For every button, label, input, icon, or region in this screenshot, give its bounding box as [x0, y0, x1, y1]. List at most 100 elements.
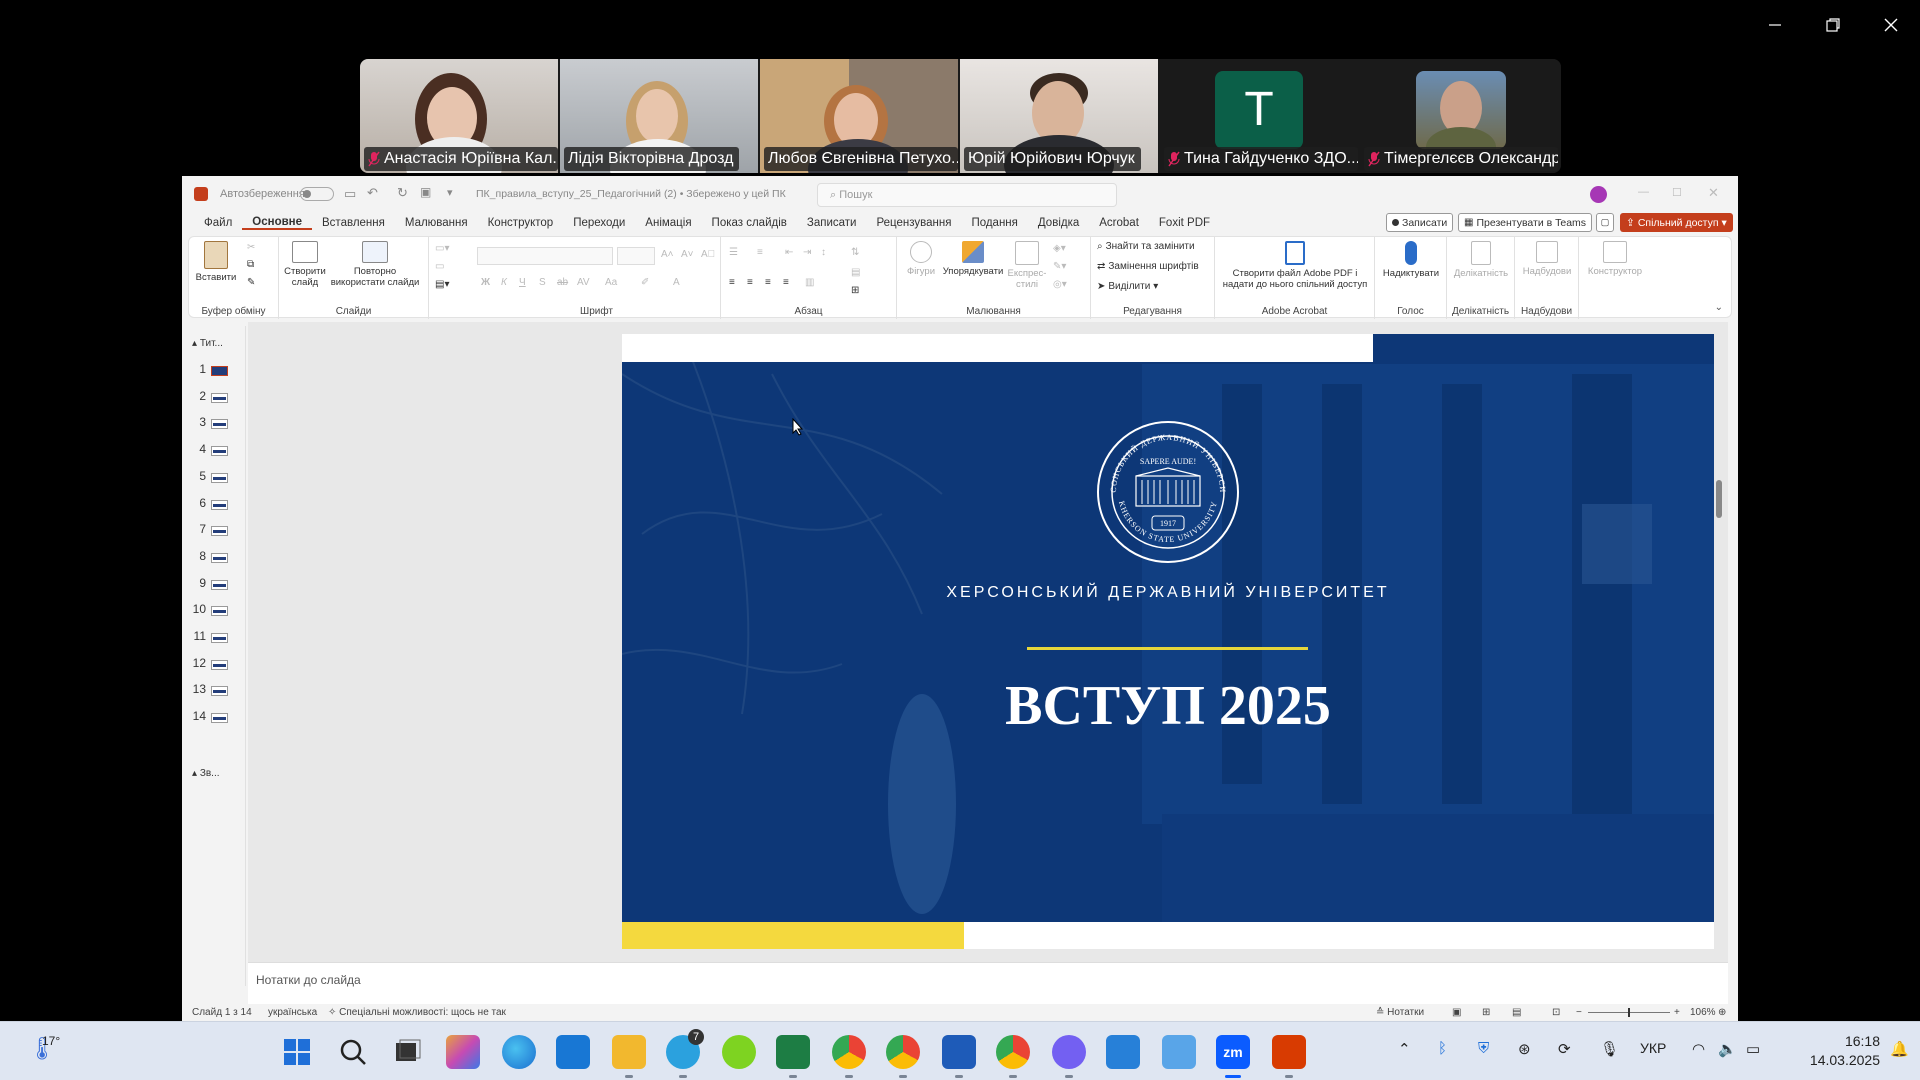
- participant-tile-active-speaker[interactable]: Юрій Юрійович Юрчук: [960, 59, 1158, 173]
- columns-icon[interactable]: ▥: [805, 277, 814, 288]
- paste-button[interactable]: Вставити: [195, 241, 237, 283]
- section-icon[interactable]: ▤▾: [435, 279, 449, 290]
- microsoft-store-icon[interactable]: [556, 1035, 590, 1069]
- replace-fonts-button[interactable]: ⇄ Замінення шрифтів: [1097, 261, 1199, 272]
- vpn-icon[interactable]: ⊛: [1518, 1040, 1531, 1058]
- sync-icon[interactable]: ⟳: [1558, 1040, 1571, 1058]
- language-indicator[interactable]: українська: [268, 1007, 317, 1018]
- photos-icon[interactable]: [1106, 1035, 1140, 1069]
- increase-indent-icon[interactable]: ⇥: [803, 247, 811, 258]
- shapes-button[interactable]: Фігури: [901, 241, 941, 277]
- chrome-second-profile-icon[interactable]: [996, 1035, 1030, 1078]
- justify-icon[interactable]: ≡: [783, 277, 789, 288]
- increase-font-icon[interactable]: A˄: [661, 249, 674, 260]
- cut-icon[interactable]: ✂: [247, 242, 255, 253]
- slide-thumbnail[interactable]: 1: [182, 362, 242, 380]
- copilot-icon[interactable]: [446, 1035, 480, 1069]
- keyboard-language[interactable]: УКР: [1640, 1040, 1666, 1056]
- dictate-button[interactable]: Надиктувати: [1377, 241, 1445, 279]
- find-replace-button[interactable]: ⌕ Знайти та замінити: [1097, 241, 1195, 252]
- arrange-button[interactable]: Упорядкувати: [941, 241, 1005, 277]
- tab-insert[interactable]: Вставлення: [312, 217, 395, 229]
- save-icon[interactable]: ▭: [344, 186, 356, 202]
- slideshow-view-icon[interactable]: ⊡: [1552, 1007, 1560, 1018]
- slide-thumbnail[interactable]: 8: [182, 549, 242, 567]
- scrollbar-thumb[interactable]: [1716, 480, 1722, 518]
- search-input[interactable]: ⌕ Пошук: [817, 183, 1117, 207]
- slide-thumbnail[interactable]: 9: [182, 576, 242, 594]
- notifications-icon[interactable]: 🔔: [1890, 1040, 1909, 1058]
- bullets-icon[interactable]: ☰: [729, 247, 738, 258]
- restore-button[interactable]: [1808, 10, 1858, 40]
- line-spacing-icon[interactable]: ↕: [821, 247, 826, 258]
- section-title[interactable]: ▴ Тит...: [192, 338, 223, 349]
- accessibility-status[interactable]: ✧ Спеціальні можливості: щось не так: [328, 1007, 506, 1018]
- minimize-button[interactable]: [1750, 10, 1800, 40]
- shape-outline-icon[interactable]: ✎▾: [1053, 261, 1066, 272]
- avatar[interactable]: [1590, 186, 1607, 203]
- highlight-icon[interactable]: ✐: [641, 277, 649, 288]
- ppt-maximize-icon[interactable]: ☐: [1672, 186, 1682, 199]
- copy-icon[interactable]: ⧉: [247, 259, 254, 270]
- align-right-icon[interactable]: ≡: [765, 277, 771, 288]
- zoom-slider[interactable]: [1588, 1008, 1670, 1017]
- align-left-icon[interactable]: ≡: [729, 277, 735, 288]
- smartart-icon[interactable]: ⊞: [851, 285, 859, 296]
- participant-tile[interactable]: T Тина Гайдученко ЗДО...: [1160, 59, 1358, 173]
- slide[interactable]: ХЕРСОНСЬКИЙ ДЕРЖАВНИЙ УНІВЕРСИТЕТ KHERSO…: [622, 334, 1714, 949]
- slide-thumbnail[interactable]: 12: [182, 656, 242, 674]
- participant-tile[interactable]: Тімергелєєв Олександр: [1360, 59, 1561, 173]
- defender-icon[interactable]: ⛨: [1478, 1040, 1489, 1057]
- decrease-font-icon[interactable]: A˅: [681, 249, 694, 260]
- participant-tile[interactable]: Лідія Вікторівна Дрозд: [560, 59, 758, 173]
- slide-thumbnail[interactable]: 14: [182, 709, 242, 727]
- volume-icon[interactable]: 🔈: [1718, 1040, 1737, 1058]
- ppt-minimize-icon[interactable]: —: [1638, 186, 1649, 198]
- tab-animations[interactable]: Анімація: [635, 217, 701, 229]
- slide-thumbnail[interactable]: 13: [182, 682, 242, 700]
- tab-design[interactable]: Конструктор: [478, 217, 564, 229]
- zoom-app-icon[interactable]: zm: [1216, 1035, 1250, 1078]
- addins-button[interactable]: Надбудови: [1517, 241, 1577, 277]
- normal-view-icon[interactable]: ▣: [1452, 1007, 1461, 1018]
- viber-icon[interactable]: [1052, 1035, 1086, 1078]
- font-size-select[interactable]: [617, 247, 655, 265]
- tab-transitions[interactable]: Переходи: [563, 217, 635, 229]
- comments-icon[interactable]: ▢: [1596, 213, 1614, 232]
- weather-widget[interactable]: 🌡 17°: [28, 1034, 68, 1068]
- designer-button[interactable]: Конструктор: [1581, 241, 1649, 277]
- notes-pane[interactable]: Нотатки до слайда: [248, 962, 1728, 1004]
- select-button[interactable]: ➤ Виділити ▾: [1097, 281, 1158, 292]
- format-painter-icon[interactable]: ✎: [247, 277, 255, 288]
- align-center-icon[interactable]: ≡: [747, 277, 753, 288]
- participant-tile[interactable]: Анастасія Юріївна Кал...: [360, 59, 558, 173]
- share-button[interactable]: ⇪ Спільний доступ ▾: [1620, 213, 1733, 232]
- tab-foxit[interactable]: Foxit PDF: [1149, 217, 1220, 229]
- close-button[interactable]: [1866, 10, 1916, 40]
- start-button[interactable]: [280, 1035, 314, 1069]
- bluetooth-icon[interactable]: ᛒ: [1438, 1040, 1447, 1057]
- tab-review[interactable]: Рецензування: [866, 217, 961, 229]
- tab-file[interactable]: Файл: [194, 217, 242, 229]
- tab-view[interactable]: Подання: [961, 217, 1027, 229]
- slide-thumbnail[interactable]: 3: [182, 415, 242, 433]
- tab-slideshow[interactable]: Показ слайдів: [702, 217, 797, 229]
- reading-view-icon[interactable]: ▤: [1512, 1007, 1521, 1018]
- microphone-tray-icon[interactable]: 🎙: [1600, 1040, 1619, 1058]
- slide-thumbnail[interactable]: 6: [182, 496, 242, 514]
- ribbon-collapse-icon[interactable]: ⌄: [1715, 302, 1723, 313]
- task-view-icon[interactable]: [390, 1035, 424, 1069]
- text-direction-icon[interactable]: ⇅: [851, 247, 859, 258]
- file-explorer-icon[interactable]: [612, 1035, 646, 1078]
- participant-tile[interactable]: Любов Євгенівна Петухо...: [760, 59, 958, 173]
- tab-home[interactable]: Основне: [242, 216, 313, 230]
- strikethrough-icon[interactable]: ab: [557, 277, 568, 288]
- chrome-profile-icon[interactable]: [886, 1035, 920, 1078]
- new-slide-button[interactable]: Створити слайд: [283, 241, 327, 288]
- battery-icon[interactable]: ▭: [1746, 1040, 1760, 1058]
- wifi-icon[interactable]: ◠: [1692, 1040, 1705, 1058]
- zoom-level[interactable]: 106%: [1690, 1007, 1716, 1018]
- font-family-select[interactable]: [477, 247, 613, 265]
- change-case-icon[interactable]: Aa: [605, 277, 617, 288]
- edge-browser-icon[interactable]: [502, 1035, 536, 1069]
